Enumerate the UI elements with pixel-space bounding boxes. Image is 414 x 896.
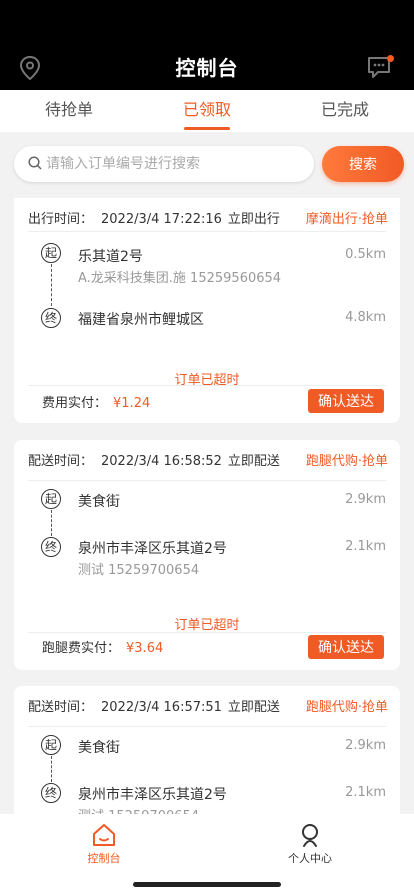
end-icon: 终 [41,783,61,803]
start-address: 美食街 [78,494,120,510]
confirm-delivery-button[interactable]: 确认送达 [308,389,384,413]
divider [28,231,386,232]
time-label: 出行时间： [28,212,94,227]
start-contact: A.龙采科技集团.施 15259560654 [78,271,282,286]
order-header: 出行时间： 2022/3/4 17:22:16 立即出行 摩滴出行·抢单 [28,208,388,227]
order-time: 2022/3/4 17:22:16 [101,212,222,227]
status-text: 订单已超时 [174,618,240,633]
order-card[interactable]: 配送时间： 2022/3/4 16:58:52 立即配送 跑腿代购·抢单 起 美食街… [14,440,400,670]
end-icon: 终 [41,537,61,557]
fee-label: 跑腿费实付： [42,641,121,656]
start-icon: 起 [41,489,61,509]
tab-received[interactable]: 已领取 [138,90,276,132]
nav-dashboard-label: 控制台 [87,852,121,865]
order-card[interactable]: 配送时间： 2022/3/4 16:57:51 立即配送 跑腿代购·抢单 起 美食街… [14,686,400,814]
order-source: 摩滴出行·抢单 [305,212,388,227]
fee-label: 费用实付： [42,396,108,411]
route-line [51,510,52,536]
page-title: 控制台 [175,56,239,80]
time-label: 配送时间： [28,454,94,469]
order-mode: 立即出行 [227,212,280,227]
end-distance: 4.8km [345,310,386,325]
nav-profile-label: 个人中心 [288,852,332,865]
divider [28,480,386,481]
end-address: 泉州市丰泽区乐其道2号 [78,541,227,557]
divider [28,385,386,386]
start-address: 乐其道2号 [78,249,143,265]
end-address: 泉州市丰泽区乐其道2号 [78,787,227,803]
end-address: 福建省泉州市鲤城区 [78,312,204,328]
order-header: 配送时间： 2022/3/4 16:57:51 立即配送 跑腿代购·抢单 [28,696,388,715]
home-icon [93,824,115,846]
end-icon: 终 [41,308,61,328]
nav-profile[interactable]: 个人中心 [250,822,370,866]
order-mode: 立即配送 [227,700,280,715]
home-indicator [133,882,281,887]
start-distance: 2.9km [345,738,386,753]
order-list: 出行时间： 2022/3/4 17:22:16 立即出行 摩滴出行·抢单 起 乐其道… [0,198,414,814]
search-button[interactable]: 搜索 [322,146,404,182]
order-header: 配送时间： 2022/3/4 16:58:52 立即配送 跑腿代购·抢单 [28,450,388,469]
person-icon [302,824,318,847]
end-contact: 测试 15259700654 [78,805,199,814]
start-distance: 0.5km [345,247,386,262]
order-tabs: 待抢单 已领取 已完成 [0,90,414,132]
route-line [51,264,52,306]
app-header: 控制台 [0,0,414,90]
fee-amount: ¥3.64 [126,641,164,656]
confirm-delivery-button[interactable]: 确认送达 [308,635,384,659]
nav-dashboard[interactable]: 控制台 [44,822,164,866]
start-address: 美食街 [78,740,120,756]
end-contact: 测试 15259700654 [78,563,200,578]
order-card[interactable]: 出行时间： 2022/3/4 17:22:16 立即出行 摩滴出行·抢单 起 乐其道… [14,198,400,423]
order-time: 2022/3/4 16:58:52 [101,454,222,469]
divider [28,632,386,633]
start-icon: 起 [41,735,61,755]
start-distance: 2.9km [345,492,386,507]
search-input[interactable] [46,146,306,182]
unread-badge [387,55,394,62]
order-source: 跑腿代购·抢单 [305,700,388,715]
fee-row: 跑腿费实付： ¥3.64 [42,637,163,656]
start-icon: 起 [41,243,61,263]
search-field[interactable] [14,146,314,182]
order-source: 跑腿代购·抢单 [305,454,388,469]
divider [28,726,386,727]
order-time: 2022/3/4 16:57:51 [101,700,222,715]
tab-pending[interactable]: 待抢单 [0,90,138,132]
tab-completed[interactable]: 已完成 [276,90,414,132]
end-distance: 2.1km [345,539,386,554]
search-icon [28,156,42,170]
route-line [51,756,52,782]
fee-amount: ¥1.24 [113,396,151,411]
end-distance: 2.1km [345,785,386,800]
time-label: 配送时间： [28,700,94,715]
search-bar: 搜索 [0,132,414,198]
fee-row: 费用实付： ¥1.24 [42,392,150,411]
order-mode: 立即配送 [227,454,280,469]
